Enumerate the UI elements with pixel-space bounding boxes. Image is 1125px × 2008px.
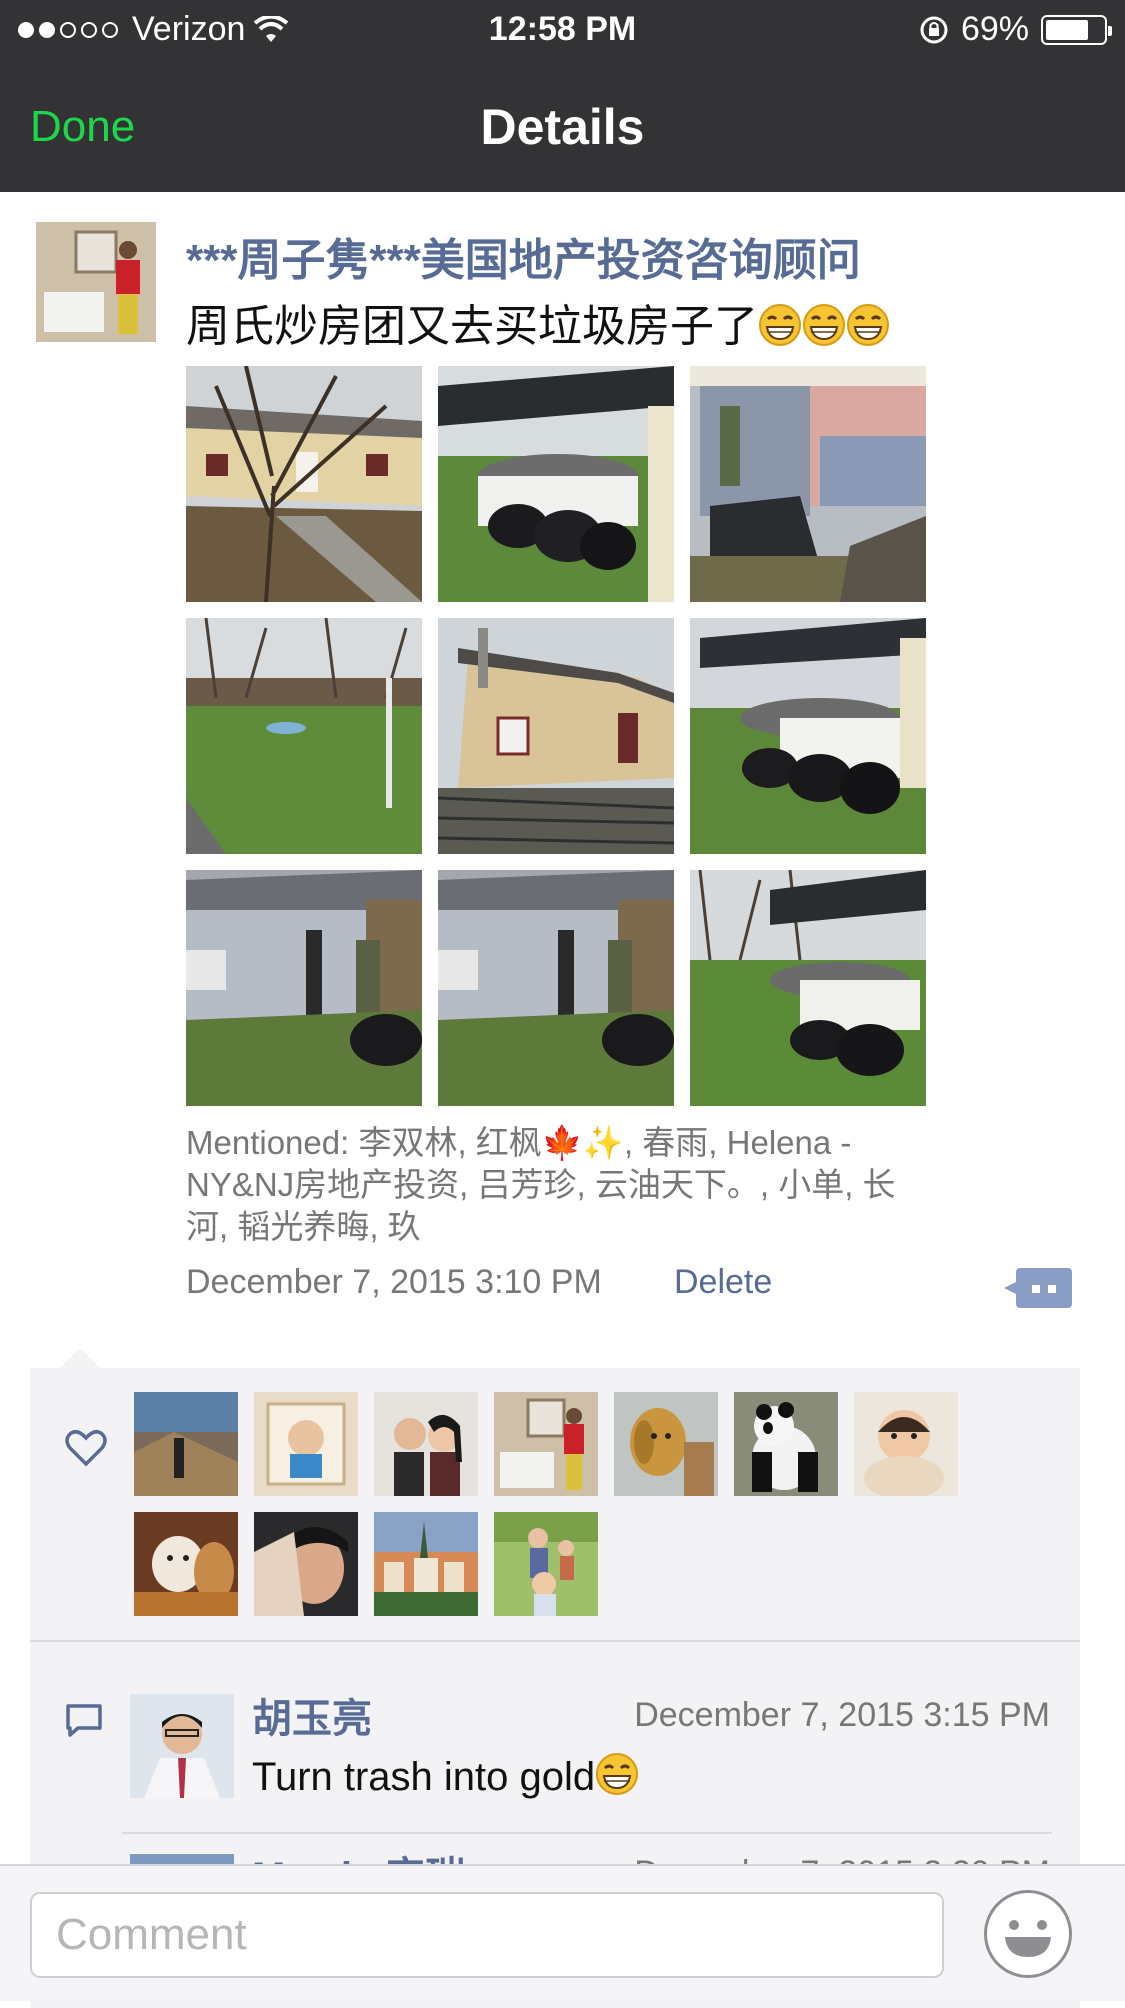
grinning-face-emoji-icon bbox=[596, 1753, 639, 1795]
photo-grid bbox=[186, 366, 926, 1106]
smiley-icon bbox=[1005, 1920, 1051, 1957]
comment-input[interactable] bbox=[30, 1892, 944, 1978]
comment-bar bbox=[0, 1864, 1125, 2001]
status-bar: Verizon 12:58 PM 69% bbox=[0, 0, 1125, 62]
likes-avatars bbox=[134, 1392, 994, 1616]
commenter-avatar[interactable] bbox=[130, 1694, 234, 1798]
navigation-bar: Done Details bbox=[0, 62, 1125, 192]
liker-avatar[interactable] bbox=[134, 1392, 238, 1496]
comment-item: 胡玉亮 December 7, 2015 3:15 PM Turn trash … bbox=[130, 1686, 1080, 1812]
grinning-face-emoji-icon bbox=[803, 304, 845, 346]
comment-text-content: Turn trash into gold bbox=[252, 1755, 596, 1799]
comment-text: Turn trash into gold bbox=[252, 1752, 639, 1800]
battery-icon bbox=[1041, 14, 1112, 45]
post-text: 周氏炒房团又去买垃圾房子了 bbox=[186, 290, 890, 354]
commenter-name[interactable]: 胡玉亮 bbox=[252, 1686, 372, 1744]
comment-like-menu-button[interactable] bbox=[1004, 1268, 1072, 1308]
post-photo[interactable] bbox=[690, 870, 926, 1106]
post-timestamp: December 7, 2015 3:10 PM bbox=[186, 1263, 602, 1301]
liker-avatar[interactable] bbox=[494, 1512, 598, 1616]
liker-avatar[interactable] bbox=[494, 1392, 598, 1496]
liker-avatar[interactable] bbox=[254, 1512, 358, 1616]
emoji-button[interactable] bbox=[984, 1890, 1072, 1978]
mentioned-list: Mentioned: 李双林, 红枫🍁✨, 春雨, Helena - NY&NJ… bbox=[186, 1124, 896, 1245]
page-title: Details bbox=[480, 99, 645, 155]
post-photo[interactable] bbox=[690, 618, 926, 854]
liker-avatar[interactable] bbox=[254, 1392, 358, 1496]
liker-avatar[interactable] bbox=[614, 1392, 718, 1496]
battery-percent: 69% bbox=[960, 10, 1029, 48]
post-photo[interactable] bbox=[438, 618, 674, 854]
grinning-face-emoji-icon bbox=[847, 304, 889, 346]
liker-avatar[interactable] bbox=[134, 1512, 238, 1616]
panel-pointer bbox=[60, 1348, 100, 1368]
author-name[interactable]: ***周子隽***美国地产投资咨询顾问 bbox=[186, 224, 861, 288]
liker-avatar[interactable] bbox=[854, 1392, 958, 1496]
comment-timestamp: December 7, 2015 3:15 PM bbox=[634, 1696, 1050, 1734]
comment-icon bbox=[66, 1704, 102, 1737]
battery-info: 69% bbox=[919, 10, 1112, 49]
panel-divider bbox=[30, 1640, 1080, 1642]
rotation-lock-icon bbox=[920, 16, 948, 43]
post-photo[interactable] bbox=[186, 618, 422, 854]
liker-avatar[interactable] bbox=[374, 1512, 478, 1616]
post-photo[interactable] bbox=[690, 366, 926, 602]
author-avatar[interactable] bbox=[36, 222, 156, 342]
grinning-face-emoji-icon bbox=[759, 304, 801, 346]
heart-icon bbox=[65, 1430, 107, 1467]
post-text-content: 周氏炒房团又去买垃圾房子了 bbox=[186, 302, 758, 351]
post-photo[interactable] bbox=[438, 366, 674, 602]
liker-avatar[interactable] bbox=[374, 1392, 478, 1496]
liker-avatar[interactable] bbox=[734, 1392, 838, 1496]
comment-divider bbox=[122, 1832, 1052, 1834]
post-photo[interactable] bbox=[438, 870, 674, 1106]
delete-button[interactable]: Delete bbox=[674, 1263, 772, 1302]
post-photo[interactable] bbox=[186, 366, 422, 602]
post-photo[interactable] bbox=[186, 870, 422, 1106]
